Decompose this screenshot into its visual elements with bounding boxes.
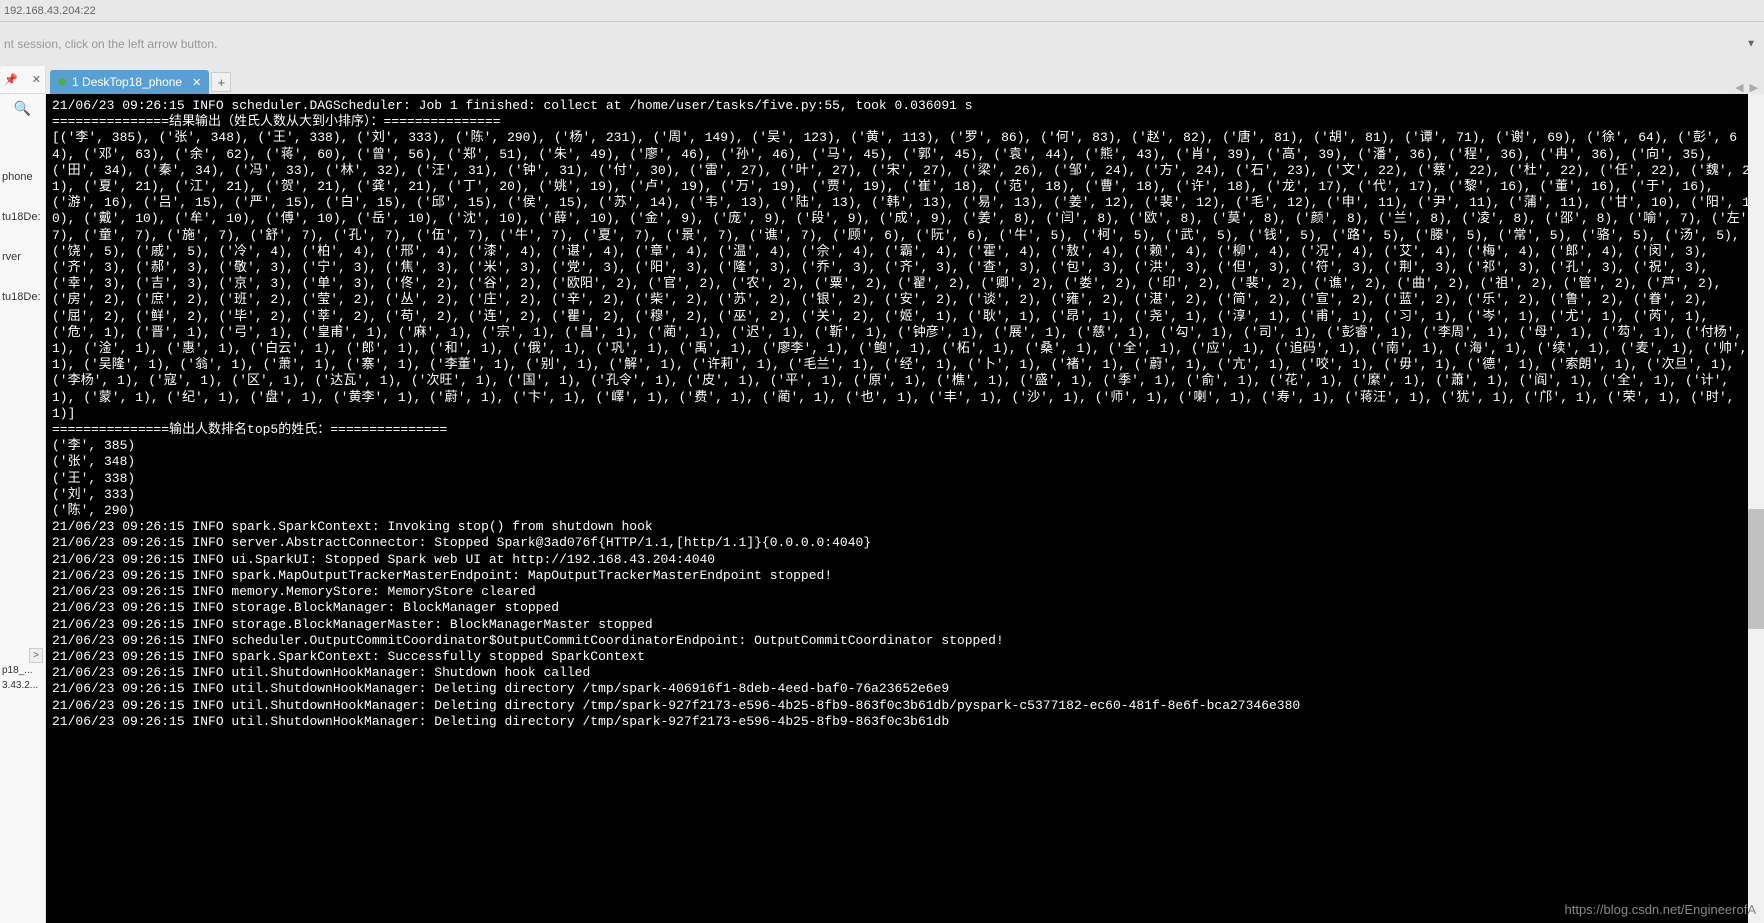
pin-icon[interactable]: 📌 [4, 73, 18, 86]
session-list: phone tu18De: rver tu18De: [0, 117, 45, 317]
main-area: 📌 ✕ 🔍 phone tu18De: rver tu18De: > p18_.… [0, 66, 1764, 923]
session-item[interactable]: tu18De: [0, 277, 45, 317]
scrollbar[interactable] [1748, 94, 1764, 923]
left-panel: 📌 ✕ 🔍 phone tu18De: rver tu18De: > p18_.… [0, 66, 46, 923]
bottom-item[interactable]: 3.43.2... [0, 678, 45, 693]
address-bar: 192.168.43.204:22 [0, 0, 1764, 22]
left-toolbar: 📌 ✕ [0, 66, 45, 94]
session-item[interactable]: rver [0, 237, 45, 277]
tab-title: DeskTop18_phone [82, 75, 182, 89]
session-hint-text: nt session, click on the left arrow butt… [4, 37, 217, 51]
tab-close-icon[interactable]: ✕ [192, 76, 201, 89]
tab-nav: ◀ ▶ [1735, 81, 1758, 94]
bottom-item[interactable]: p18_... [0, 663, 45, 678]
tab-next-icon[interactable]: ▶ [1750, 81, 1758, 94]
terminal-tab[interactable]: 1 DeskTop18_phone ✕ [50, 70, 209, 94]
scroll-thumb[interactable] [1748, 509, 1764, 629]
tab-bar: 1 DeskTop18_phone ✕ + ◀ ▶ [46, 66, 1764, 94]
session-item[interactable]: tu18De: [0, 197, 45, 237]
close-icon[interactable]: ✕ [32, 73, 41, 86]
watermark: https://blog.csdn.net/EngineerofA [1564, 902, 1756, 917]
search-icon[interactable]: 🔍 [0, 100, 45, 117]
bottom-list: p18_... 3.43.2... [0, 663, 45, 693]
add-tab-button[interactable]: + [211, 72, 231, 92]
session-hint-bar: nt session, click on the left arrow butt… [0, 22, 1764, 66]
session-item[interactable]: phone [0, 157, 45, 197]
status-dot-icon [58, 78, 66, 86]
tab-index: 1 [72, 75, 79, 89]
content-area: 1 DeskTop18_phone ✕ + ◀ ▶ 21/06/23 09:26… [46, 66, 1764, 923]
terminal-output[interactable]: 21/06/23 09:26:15 INFO scheduler.DAGSche… [46, 94, 1764, 923]
address-text: 192.168.43.204:22 [4, 5, 96, 17]
tab-prev-icon[interactable]: ◀ [1735, 81, 1743, 94]
dropdown-icon[interactable]: ▼ [1746, 39, 1756, 50]
expand-button[interactable]: > [29, 648, 43, 663]
